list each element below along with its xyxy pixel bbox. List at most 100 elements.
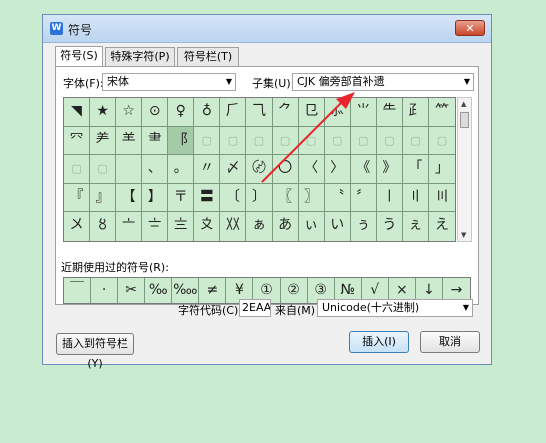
symbol-cell[interactable]: 〈 [298,155,325,184]
symbol-cell[interactable]: ⺌ [350,98,377,127]
symbol-cell[interactable]: ♁ [194,98,221,127]
scrollbar-thumb[interactable] [460,112,469,128]
symbol-cell[interactable]: ▢ [350,126,377,156]
symbol-cell[interactable]: 〤 [64,212,91,241]
symbol-cell[interactable]: 】 [142,183,169,213]
cancel-button[interactable]: 取消 [420,331,480,353]
font-label: 字体(F): [63,77,104,90]
symbol-grid-scrollbar[interactable]: ▲ ▼ [457,97,472,242]
tab-symbol-bar[interactable]: 符号栏(T) [177,47,239,66]
symbol-cell[interactable]: 【 [116,183,143,213]
symbol-cell[interactable]: ★ [90,98,117,127]
insert-button[interactable]: 插入(I) [349,331,409,353]
symbol-cell[interactable]: ⺗ [324,98,351,127]
symbol-cell[interactable]: ▢ [64,155,91,184]
symbol-cell[interactable]: 〇 [272,155,299,184]
symbol-cell[interactable]: ▢ [376,126,403,156]
symbol-cell[interactable]: 〩 [194,212,221,241]
symbol-cell[interactable]: ⺶ [90,126,117,156]
symbol-cell[interactable]: 「 [402,155,429,184]
recent-symbol-cell[interactable]: ② [281,278,308,303]
symbol-cell[interactable]: 』 [90,183,117,213]
symbol-cell[interactable]: 〖 [272,183,299,213]
symbol-cell[interactable]: ⺪ [402,98,429,127]
symbol-cell[interactable]: ♀ [168,98,195,127]
subset-select[interactable]: CJK 偏旁部首补遗 ▼ [292,73,474,91]
symbol-cell[interactable]: ▢ [272,126,299,156]
symbol-cell[interactable]: ⊙ [142,98,169,127]
symbol-cell[interactable]: 〡 [376,183,403,213]
symbol-cell[interactable]: 〃 [194,155,221,184]
recent-symbol-cell[interactable]: · [91,278,119,303]
symbol-cell[interactable]: ⺷ [116,126,143,156]
symbol-cell[interactable]: う [377,212,403,241]
symbol-cell[interactable]: え [429,212,455,241]
scroll-down-icon[interactable]: ▼ [461,231,466,239]
symbol-cell[interactable]: 〆 [220,155,247,184]
symbol-cell[interactable]: ☆ [116,98,143,127]
symbol-cell[interactable]: 〒 [168,183,195,213]
symbol-cell[interactable]: ▢ [194,126,221,156]
symbol-cell[interactable] [116,155,143,184]
tab-symbols[interactable]: 符号(S) [55,46,103,67]
symbol-cell[interactable]: い [325,212,351,241]
symbol-cell[interactable]: あ [273,212,299,241]
symbol-cell[interactable]: ⺄ [246,98,273,127]
from-select[interactable]: Unicode(十六进制) ▼ [317,299,473,317]
symbol-cell[interactable]: 〷 [220,212,247,241]
symbol-cell[interactable]: ⺳ [64,126,91,156]
symbol-cell[interactable]: ▢ [90,155,117,184]
font-select[interactable]: 宋体 ▼ [102,73,236,91]
symbol-cell[interactable]: ▢ [402,126,429,156]
symbol-cell[interactable]: ⺁ [220,98,247,127]
symbol-cell[interactable]: 『 [64,183,91,213]
symbol-cell[interactable]: ぁ [246,212,273,241]
symbol-cell[interactable]: 〨 [168,212,195,241]
symbol-cell[interactable]: 。 [168,155,195,184]
symbol-cell[interactable]: 〄 [246,155,273,184]
symbol-cell[interactable]: ▢ [428,127,455,156]
symbol-cell[interactable]: 〓 [194,183,221,213]
symbol-cell[interactable]: 〣 [428,184,455,213]
symbol-cell[interactable]: 〗 [298,183,325,213]
symbol-cell[interactable]: ぅ [351,212,377,241]
symbol-cell[interactable]: 〉 [324,155,351,184]
symbol-cell[interactable]: 」 [428,155,455,184]
symbol-cell[interactable]: 〔 [220,183,247,213]
symbol-cell[interactable]: 〞 [350,183,377,213]
recent-symbol-cell[interactable]: ‰ [145,278,173,303]
symbol-cell[interactable]: 〢 [402,183,429,213]
recent-symbol-cell[interactable]: ✂ [118,278,146,303]
symbol-cell[interactable]: ▢ [298,126,325,156]
symbol-cell[interactable]: 、 [142,155,169,184]
title-bar[interactable]: W 符号 ✕ [43,15,491,43]
symbol-cell[interactable]: ⺮ [428,98,455,127]
symbol-cell[interactable]: ⺧ [376,98,403,127]
symbol-cell[interactable]: 》 [376,155,403,184]
symbol-cell[interactable]: 〥 [90,212,117,241]
symbol-cell[interactable]: ⺋ [298,98,325,127]
symbol-cell[interactable]: ▢ [220,126,247,156]
symbol-cell[interactable]: 〕 [246,183,273,213]
symbol-cell[interactable]: 〧 [142,212,169,241]
close-button[interactable]: ✕ [455,20,485,36]
scroll-up-icon[interactable]: ▲ [461,100,466,108]
symbol-cell[interactable]: 〝 [324,183,351,213]
insert-to-symbol-bar-button[interactable]: 插入到符号栏(Y) [56,333,134,370]
recent-symbol-cell[interactable]: ≠ [199,278,227,303]
symbol-cell[interactable]: ぇ [403,212,429,241]
symbol-cell[interactable]: ▢ [246,126,273,156]
symbol-cell[interactable]: ⺈ [272,98,299,127]
symbol-cell[interactable]: 〦 [116,212,143,241]
char-code-input[interactable]: 2EAA [239,299,271,317]
symbol-cell[interactable]: ⻏ [168,126,195,156]
chevron-down-icon: ▼ [225,77,232,86]
symbol-cell[interactable]: ぃ [299,212,325,241]
symbol-cell[interactable]: ▢ [324,126,351,156]
tab-special-chars[interactable]: 特殊字符(P) [105,47,175,66]
recent-symbol-cell[interactable]: ‱ [172,278,200,303]
symbol-cell[interactable]: 《 [350,155,377,184]
recent-symbol-cell[interactable]: ￣ [64,278,92,303]
symbol-cell[interactable]: ◥ [64,98,91,127]
symbol-cell[interactable]: ⺻ [142,126,169,156]
